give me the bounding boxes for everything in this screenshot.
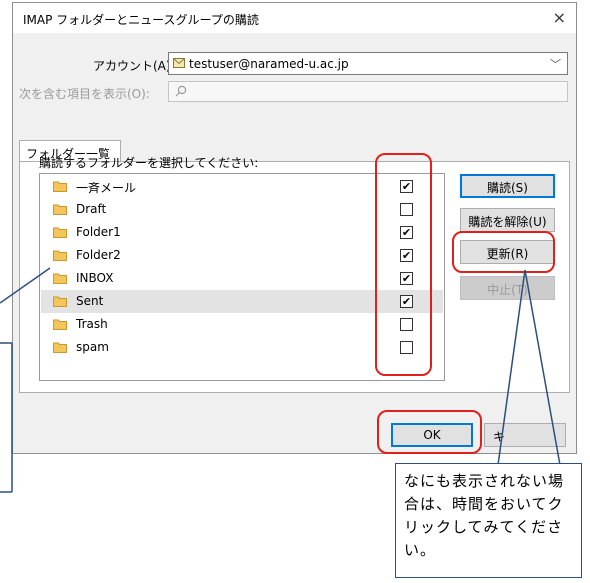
refresh-hint-callout: なにも表示されない場合は、時間をおいてクリックしてみてください。: [395, 463, 582, 578]
